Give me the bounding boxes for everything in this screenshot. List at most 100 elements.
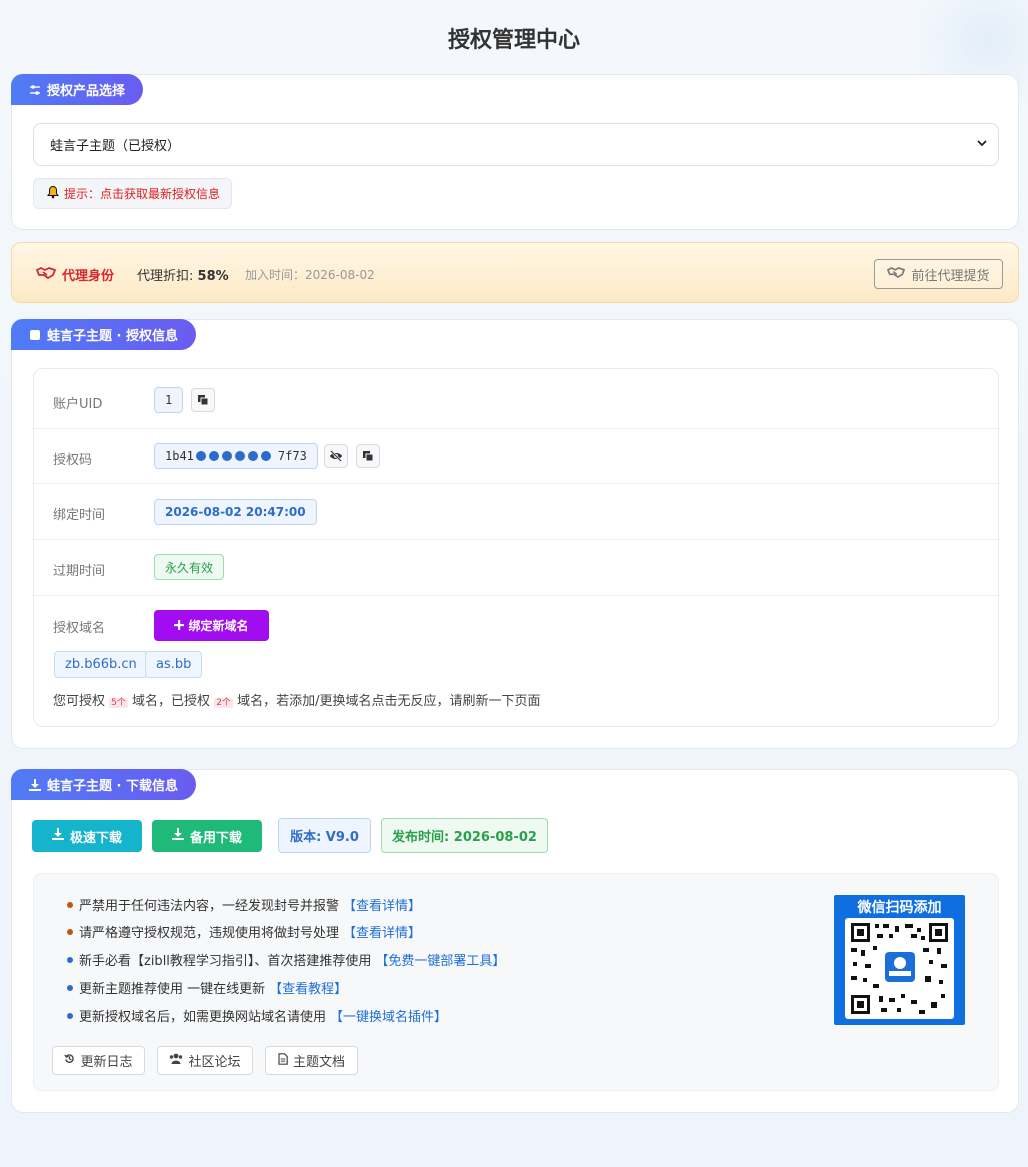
product-select-tab: 授权产品选择 [11, 74, 144, 105]
download-info-tab-label: 蛙言子主题 · 下载信息 [47, 779, 178, 794]
goto-agent-label: 前往代理提货 [911, 268, 990, 284]
notice-link[interactable]: 【一键换域名插件】 [330, 1006, 447, 1025]
copy-code-button[interactable] [356, 444, 380, 468]
license-code-prefix: 1b41 [165, 449, 194, 463]
notice-text: 请严格遵守授权规范，违规使用将做封号处理 [79, 926, 340, 941]
handshake-icon [887, 266, 906, 283]
eye-slash-icon [330, 450, 342, 462]
notice-item: 更新主题推荐使用 一键在线更新 【查看教程】 [67, 978, 347, 997]
bullet-icon [67, 1012, 73, 1019]
goto-agent-button[interactable]: 前往代理提货 [874, 259, 1003, 289]
download-icon [51, 828, 64, 844]
docs-label: 主题文档 [292, 1055, 345, 1070]
changelog-button[interactable]: 更新日志 [52, 1046, 145, 1075]
bind-new-domain-label: 绑定新域名 [188, 619, 249, 633]
allowed-count-badge: 5个 [109, 698, 128, 708]
notice-item: 请严格遵守授权规范，违规使用将做封号处理 【查看详情】 [67, 922, 421, 941]
license-info-tab: 蛙言子主题 · 授权信息 [11, 319, 196, 350]
version-chip: 版本: V9.0 [278, 818, 371, 853]
forum-button[interactable]: 社区论坛 [157, 1046, 253, 1075]
domain-chip[interactable]: as.bb [145, 651, 203, 678]
uid-label: 账户UID [53, 397, 103, 412]
plus-icon [174, 619, 185, 633]
bell-icon [46, 185, 60, 202]
used-count-badge: 2个 [214, 698, 233, 708]
license-code-value: 1b41 7f73 [154, 443, 318, 469]
product-select-tab-label: 授权产品选择 [47, 84, 126, 99]
toggle-visibility-button[interactable] [324, 444, 348, 468]
notice-item: 更新授权域名后，如需更换网站域名请使用 【一键换域名插件】 [67, 1006, 447, 1025]
notice-panel: 严禁用于任何违法内容，一经发现封号并报警 【查看详情】 请严格遵守授权规范，违规… [33, 873, 999, 1091]
docs-button[interactable]: 主题文档 [265, 1046, 358, 1075]
fast-download-label: 极速下载 [69, 830, 122, 846]
square-icon [29, 329, 41, 341]
bullet-icon [67, 984, 73, 991]
download-info-card: 蛙言子主题 · 下载信息 极速下载 备用下载 版本: V9.0 发布时间: 20… [11, 769, 1019, 1113]
bind-time-row: 绑定时间 2026-08-02 20:47:00 [34, 484, 998, 540]
product-select[interactable]: 蛙言子主题（已授权） [33, 123, 999, 166]
history-icon [64, 1053, 75, 1068]
file-icon [278, 1052, 288, 1069]
page-title: 授权管理中心 [447, 28, 580, 53]
notice-link[interactable]: 【查看教程】 [269, 978, 347, 997]
copy-icon [363, 451, 374, 462]
notice-text: 严禁用于任何违法内容，一经发现封号并报警 [79, 899, 340, 914]
agent-discount: 代理折扣: 58% [137, 265, 229, 284]
wechat-qr-code: 微信扫码添加 [834, 895, 965, 1025]
expire-value: 永久有效 [154, 554, 225, 580]
users-icon [169, 1053, 183, 1068]
notice-item: 新手必看【zibll教程学习指引】、首次搭建推荐使用 【免费一键部署工具】 [67, 950, 505, 969]
domain-label: 授权域名 [53, 621, 106, 636]
domain-note-part: 域名，已授权 [132, 694, 211, 709]
bullet-icon [67, 928, 73, 935]
fast-download-button[interactable]: 极速下载 [32, 820, 142, 852]
agent-banner: 代理身份 代理折扣: 58% 加入时间：2026-08-02 前往代理提货 [11, 242, 1019, 303]
download-icon [29, 778, 41, 791]
expire-row: 过期时间 永久有效 [34, 540, 998, 596]
notice-text: 更新主题推荐使用 一键在线更新 [79, 982, 266, 997]
chevron-down-icon [976, 137, 987, 147]
qr-code-image [845, 918, 954, 1019]
agent-discount-label: 代理折扣: [137, 269, 194, 284]
domain-chip[interactable]: zb.b66b.cn [54, 651, 148, 678]
agent-join-time: 加入时间：2026-08-02 [245, 268, 375, 282]
copy-uid-button[interactable] [191, 388, 215, 412]
notice-text: 更新授权域名后，如需更换网站域名请使用 [79, 1010, 327, 1025]
refresh-hint[interactable]: 提示：点击获取最新授权信息 [33, 178, 232, 209]
backup-download-label: 备用下载 [189, 830, 242, 846]
domain-note: 您可授权 5个 域名，已授权 2个 域名，若添加/更换域名点击无反应，请刷新一下… [53, 690, 540, 709]
bind-time-label: 绑定时间 [53, 508, 106, 523]
bullet-icon [67, 956, 73, 963]
license-code-mask [195, 451, 276, 461]
release-date-chip: 发布时间: 2026-08-02 [381, 818, 548, 853]
agent-identity-label: 代理身份 [62, 269, 115, 284]
backup-download-button[interactable]: 备用下载 [152, 820, 262, 852]
license-code-row: 授权码 1b41 7f73 [34, 429, 998, 484]
license-info-table: 账户UID 1 授权码 1b41 7f73 绑定时间 2026-08-02 20… [33, 368, 999, 727]
uid-value: 1 [154, 387, 184, 413]
refresh-hint-text: 提示：点击获取最新授权信息 [64, 187, 221, 201]
agent-identity: 代理身份 [36, 265, 114, 284]
agent-discount-value: 58% [197, 269, 229, 284]
notice-text: 新手必看【zibll教程学习指引】、首次搭建推荐使用 [79, 954, 372, 969]
forum-label: 社区论坛 [188, 1055, 241, 1070]
uid-row: 账户UID 1 [34, 369, 998, 429]
handshake-icon [36, 266, 56, 284]
bullet-icon [67, 901, 73, 908]
download-icon [171, 828, 184, 844]
domain-note-part: 您可授权 [53, 694, 106, 709]
notice-link[interactable]: 【查看详情】 [343, 922, 421, 941]
changelog-label: 更新日志 [80, 1055, 133, 1070]
bind-new-domain-button[interactable]: 绑定新域名 [154, 610, 269, 641]
notice-item: 严禁用于任何违法内容，一经发现封号并报警 【查看详情】 [67, 895, 421, 914]
domain-note-part: 域名，若添加/更换域名点击无反应，请刷新一下页面 [237, 694, 541, 709]
license-info-tab-label: 蛙言子主题 · 授权信息 [47, 329, 178, 344]
license-code-label: 授权码 [53, 453, 93, 468]
bind-time-value: 2026-08-02 20:47:00 [154, 499, 317, 525]
expire-label: 过期时间 [53, 564, 106, 579]
notice-link[interactable]: 【免费一键部署工具】 [375, 950, 505, 969]
sliders-icon [29, 84, 41, 96]
license-info-card: 蛙言子主题 · 授权信息 账户UID 1 授权码 1b41 7f73 绑定时间 … [11, 319, 1019, 749]
product-select-value: 蛙言子主题（已授权） [50, 139, 181, 154]
notice-link[interactable]: 【查看详情】 [343, 895, 421, 914]
